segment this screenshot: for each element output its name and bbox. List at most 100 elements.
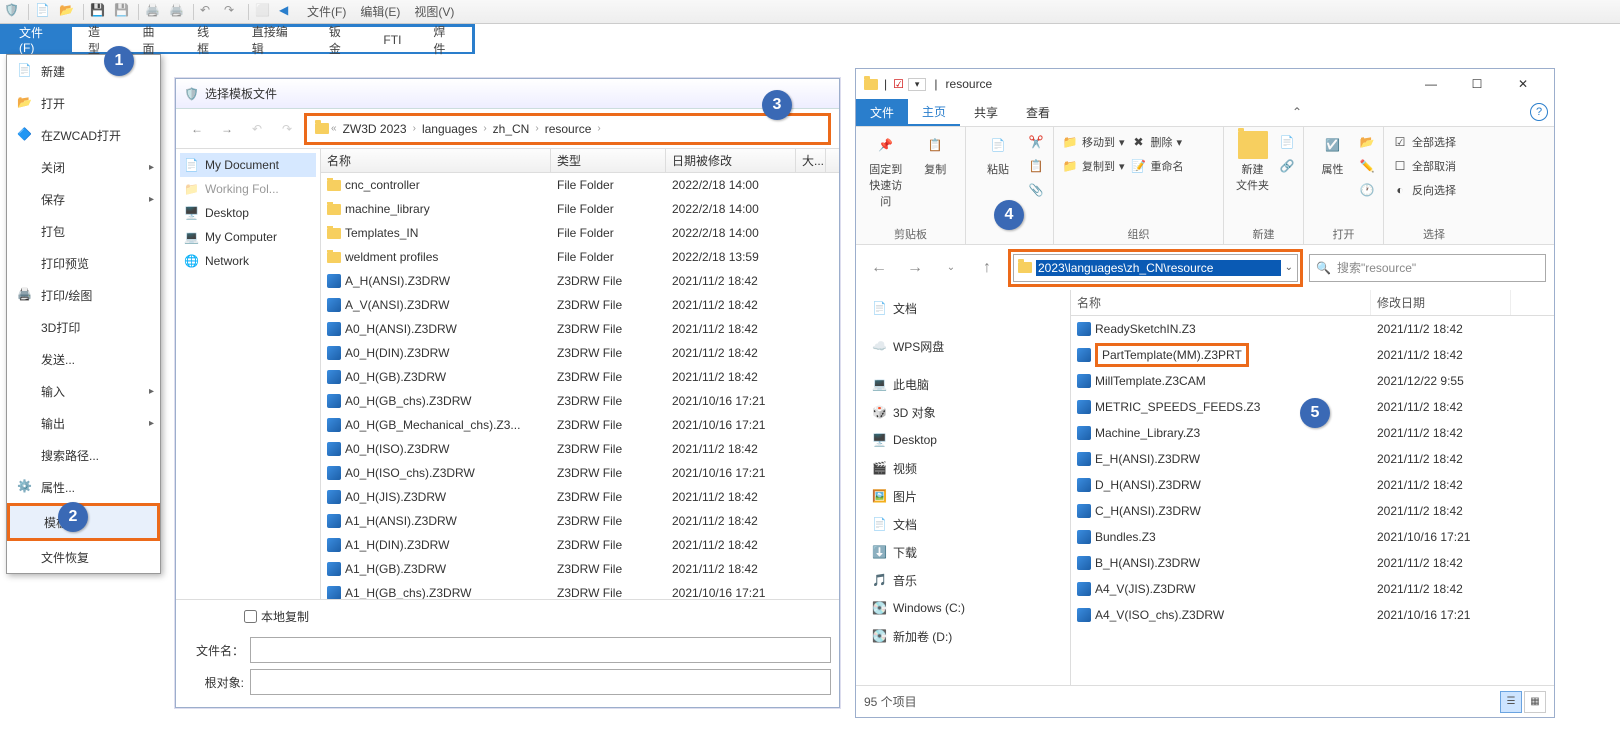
list-item[interactable]: A0_H(GB).Z3DRWZ3DRW File2021/11/2 18:42 bbox=[321, 365, 839, 389]
file-menu-item[interactable]: ⚙️属性... bbox=[7, 471, 160, 503]
fwd-button[interactable]: → bbox=[214, 116, 240, 142]
ribbon-tab[interactable]: 文件(F) bbox=[3, 27, 72, 52]
col-date[interactable]: 修改日期 bbox=[1371, 290, 1511, 315]
undo-icon[interactable]: ↶ bbox=[200, 3, 218, 21]
file-menu-item[interactable]: 3D打印 bbox=[7, 311, 160, 343]
ribbon-tab[interactable]: 曲面 bbox=[127, 27, 182, 52]
back-button[interactable]: ← bbox=[184, 116, 210, 142]
collapse-icon[interactable]: ⌃ bbox=[1284, 99, 1310, 126]
list-item[interactable]: A_H(ANSI).Z3DRWZ3DRW File2021/11/2 18:42 bbox=[321, 269, 839, 293]
list-item[interactable]: A0_H(GB_chs).Z3DRWZ3DRW File2021/10/16 1… bbox=[321, 389, 839, 413]
file-menu-item[interactable]: 打包 bbox=[7, 215, 160, 247]
minimize-button[interactable]: — bbox=[1408, 70, 1454, 98]
file-menu-item[interactable]: 🔷在ZWCAD打开 bbox=[7, 119, 160, 151]
tab-share[interactable]: 共享 bbox=[960, 99, 1012, 126]
ribbon-tab[interactable]: 钣金 bbox=[313, 27, 368, 52]
list-item[interactable]: A0_H(JIS).Z3DRWZ3DRW File2021/11/2 18:42 bbox=[321, 485, 839, 509]
col-date[interactable]: 日期被修改 bbox=[666, 149, 796, 172]
redo-icon[interactable]: ↷ bbox=[224, 3, 242, 21]
list-item[interactable]: A4_V(JIS).Z3DRW2021/11/2 18:42 bbox=[1071, 576, 1554, 602]
tree-item[interactable]: 🎵音乐 bbox=[860, 566, 1066, 594]
dd-icon[interactable]: ▾ bbox=[908, 78, 927, 91]
tree-item[interactable]: 💻此电脑 bbox=[860, 370, 1066, 398]
edit-icon[interactable]: ✏️ bbox=[1359, 155, 1375, 177]
back-icon[interactable]: ◀ bbox=[279, 3, 297, 21]
list-item[interactable]: A4_V(ISO_chs).Z3DRW2021/10/16 17:21 bbox=[1071, 602, 1554, 628]
paste-button[interactable]: 📄粘贴 bbox=[974, 131, 1022, 177]
tab-file[interactable]: 文件 bbox=[856, 99, 908, 126]
undo-nav[interactable]: ↶ bbox=[244, 116, 270, 142]
icons-view--button[interactable]: ▦ bbox=[1524, 691, 1546, 713]
list-item[interactable]: A0_H(ANSI).Z3DRWZ3DRW File2021/11/2 18:4… bbox=[321, 317, 839, 341]
tree-item[interactable]: 💽Windows (C:) bbox=[860, 594, 1066, 622]
file-menu-item[interactable]: 打印预览 bbox=[7, 247, 160, 279]
list-item[interactable]: A1_H(DIN).Z3DRWZ3DRW File2021/11/2 18:42 bbox=[321, 533, 839, 557]
col-name[interactable]: 名称 bbox=[1071, 290, 1371, 315]
recent-button[interactable]: ⌄ bbox=[936, 253, 966, 283]
col-type[interactable]: 类型 bbox=[551, 149, 666, 172]
cut-icon[interactable]: ✂️ bbox=[1028, 131, 1044, 153]
file-menu-item[interactable]: 📄新建 bbox=[7, 55, 160, 87]
open-icon[interactable]: 📂 bbox=[1359, 131, 1375, 153]
root-input[interactable] bbox=[250, 669, 831, 695]
breadcrumb-item[interactable]: zh_CN bbox=[489, 122, 534, 136]
up-button[interactable]: ↑ bbox=[972, 253, 1002, 283]
tree-item[interactable]: 🖥️Desktop bbox=[860, 426, 1066, 454]
maximize-button[interactable]: ☐ bbox=[1454, 70, 1500, 98]
tree-item[interactable]: 🎲3D 对象 bbox=[860, 398, 1066, 426]
breadcrumb-item[interactable]: ZW3D 2023 bbox=[339, 122, 411, 136]
menu-view[interactable]: 视图(V) bbox=[410, 3, 458, 20]
ribbon-tab[interactable]: 线框 bbox=[181, 27, 236, 52]
list-item[interactable]: B_H(ANSI).Z3DRW2021/11/2 18:42 bbox=[1071, 550, 1554, 576]
easyaccess-icon[interactable]: 🔗 bbox=[1279, 155, 1295, 177]
rename-button[interactable]: 📝重命名 bbox=[1131, 155, 1184, 177]
props-button[interactable]: ☑️属性 bbox=[1312, 131, 1353, 177]
list-item[interactable]: D_H(ANSI).Z3DRW2021/11/2 18:42 bbox=[1071, 472, 1554, 498]
tab-view[interactable]: 查看 bbox=[1012, 99, 1064, 126]
tree-item[interactable]: 🖥️Desktop bbox=[180, 201, 316, 225]
print-icon[interactable]: 🖨️ bbox=[145, 3, 163, 21]
selectall-button[interactable]: ☑全部选择 bbox=[1392, 131, 1456, 153]
newfolder-button[interactable]: 新建 文件夹 bbox=[1232, 131, 1273, 193]
saveall-icon[interactable]: 💾 bbox=[114, 3, 132, 21]
newitem-icon[interactable]: 📄 bbox=[1279, 131, 1295, 153]
delete-button[interactable]: ✖删除▾ bbox=[1131, 131, 1184, 153]
tree-item[interactable]: 🌐Network bbox=[180, 249, 316, 273]
file-menu-item[interactable]: 输入▸ bbox=[7, 375, 160, 407]
redo-nav[interactable]: ↷ bbox=[274, 116, 300, 142]
fwd-button[interactable]: → bbox=[900, 253, 930, 283]
tree-item[interactable]: 💽新加卷 (D:) bbox=[860, 622, 1066, 650]
list-item[interactable]: A1_H(GB).Z3DRWZ3DRW File2021/11/2 18:42 bbox=[321, 557, 839, 581]
local-copy-checkbox[interactable] bbox=[244, 610, 257, 623]
list-item[interactable]: E_H(ANSI).Z3DRW2021/11/2 18:42 bbox=[1071, 446, 1554, 472]
close-button[interactable]: ✕ bbox=[1500, 70, 1546, 98]
tree-item[interactable]: 💻My Computer bbox=[180, 225, 316, 249]
new-icon[interactable]: 📄 bbox=[35, 3, 53, 21]
open-icon[interactable]: 📂 bbox=[59, 3, 77, 21]
print2-icon[interactable]: 🖨️ bbox=[169, 3, 187, 21]
back-button[interactable]: ← bbox=[864, 253, 894, 283]
list-item[interactable]: A_V(ANSI).Z3DRWZ3DRW File2021/11/2 18:42 bbox=[321, 293, 839, 317]
copypath-icon[interactable]: 📋 bbox=[1028, 155, 1044, 177]
list-item[interactable]: A1_H(ANSI).Z3DRWZ3DRW File2021/11/2 18:4… bbox=[321, 509, 839, 533]
list-item[interactable]: weldment profilesFile Folder2022/2/18 13… bbox=[321, 245, 839, 269]
tree-item[interactable]: 🎬视频 bbox=[860, 454, 1066, 482]
list-item[interactable]: MillTemplate.Z3CAM2021/12/22 9:55 bbox=[1071, 368, 1554, 394]
tree-item[interactable]: 📄文档 bbox=[860, 294, 1066, 322]
menu-file[interactable]: 文件(F) bbox=[303, 3, 350, 20]
menu-edit[interactable]: 编辑(E) bbox=[356, 3, 404, 20]
list-item[interactable]: A1_H(GB_chs).Z3DRWZ3DRW File2021/10/16 1… bbox=[321, 581, 839, 599]
pasteshort-icon[interactable]: 📎 bbox=[1028, 179, 1044, 201]
ribbon-tab[interactable]: 直接编辑 bbox=[236, 27, 313, 52]
file-menu-item[interactable]: 关闭▸ bbox=[7, 151, 160, 183]
tree-item[interactable]: 📄My Document bbox=[180, 153, 316, 177]
ribbon-tab[interactable]: 焊件 bbox=[417, 27, 472, 52]
tree-item[interactable]: ☁️WPS网盘 bbox=[860, 332, 1066, 360]
invert-button[interactable]: ◐反向选择 bbox=[1392, 179, 1456, 201]
breadcrumb[interactable]: «ZW3D 2023›languages›zh_CN›resource› bbox=[304, 113, 831, 145]
col-name[interactable]: 名称 bbox=[321, 149, 551, 172]
moveto-button[interactable]: 📁移动到▾ bbox=[1062, 131, 1125, 153]
copy-button[interactable]: 📋复制 bbox=[914, 131, 958, 177]
ribbon-tab[interactable]: FTI bbox=[367, 27, 417, 52]
list-item[interactable]: Templates_INFile Folder2022/2/18 14:00 bbox=[321, 221, 839, 245]
